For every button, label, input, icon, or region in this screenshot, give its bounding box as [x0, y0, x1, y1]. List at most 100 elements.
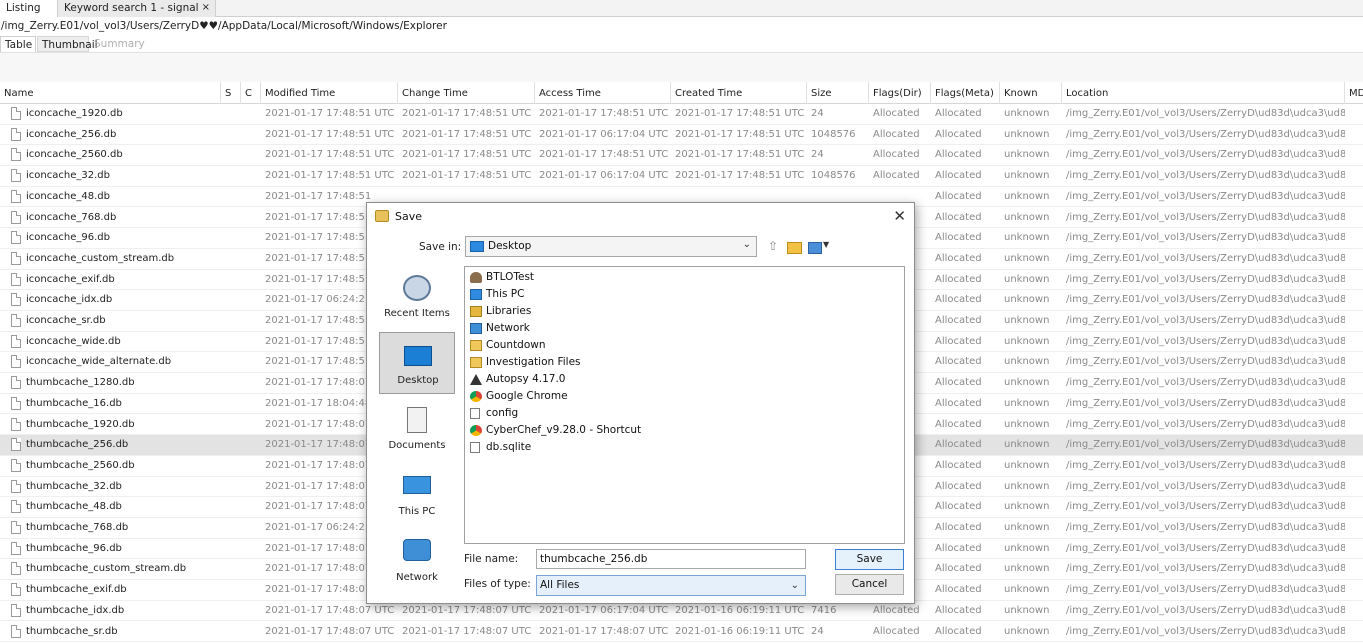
list-item-label: BTLOTest: [486, 271, 535, 283]
places-bar: Recent Items Desktop Documents This PC N…: [379, 266, 455, 593]
place-desktop[interactable]: Desktop: [379, 332, 455, 394]
cell-loc: /img_Zerry.E01/vol_vol3/Users/ZerryD\ud8…: [1066, 128, 1345, 140]
table-row[interactable]: iconcache_32.db 2021-01-17 17:48:51 UTC 20…: [0, 166, 1363, 187]
place-documents[interactable]: Documents: [379, 398, 455, 460]
autopsy-icon: [470, 374, 482, 385]
tab-listing[interactable]: Listing: [0, 0, 58, 17]
place-network[interactable]: Network: [379, 530, 455, 592]
list-item[interactable]: Network: [468, 320, 530, 337]
tab-strip: Listing Keyword search 1 - signal ×: [0, 0, 1363, 17]
list-item[interactable]: Autopsy 4.17.0: [468, 371, 565, 388]
file-name-input[interactable]: thumbcache_256.db: [536, 549, 806, 569]
folder-icon: [470, 340, 482, 351]
cell-loc: /img_Zerry.E01/vol_vol3/Users/ZerryD\ud8…: [1066, 522, 1345, 533]
cell-known: unknown: [1004, 315, 1050, 326]
save-in-select[interactable]: Desktop ⌄: [465, 236, 757, 257]
column-header-created[interactable]: Created Time: [671, 82, 807, 104]
cell-name: iconcache_48.db: [26, 190, 110, 202]
column-header-access[interactable]: Access Time: [535, 82, 671, 104]
list-item[interactable]: CyberChef_v9.28.0 - Shortcut: [468, 422, 641, 439]
tab-keyword-search[interactable]: Keyword search 1 - signal ×: [58, 0, 216, 17]
cell-known: unknown: [1004, 211, 1050, 223]
cell-name: thumbcache_2560.db: [26, 459, 135, 471]
list-item[interactable]: This PC: [468, 286, 524, 303]
chevron-down-icon: ⌄: [742, 239, 751, 250]
place-recent-items[interactable]: Recent Items: [379, 266, 455, 328]
cell-name: thumbcache_48.db: [26, 501, 122, 513]
chrome-icon: [470, 391, 482, 402]
list-item[interactable]: db.sqlite: [468, 439, 531, 456]
table-row[interactable]: iconcache_1920.db 2021-01-17 17:48:51 UTC…: [0, 104, 1363, 125]
cell-known: unknown: [1004, 377, 1050, 389]
cell-loc: /img_Zerry.E01/vol_vol3/Users/ZerryD\ud8…: [1066, 190, 1345, 202]
column-header-size[interactable]: Size: [807, 82, 869, 104]
cell-mod: 2021-01-17 17:48:51 UTC: [265, 108, 395, 119]
tab-label: Keyword search 1 - signal: [64, 2, 199, 14]
cell-known: unknown: [1004, 522, 1050, 533]
list-item[interactable]: Countdown: [468, 337, 546, 354]
list-item-label: Libraries: [486, 305, 532, 317]
tab-thumbnail[interactable]: Thumbnail: [37, 36, 98, 52]
place-this-pc[interactable]: This PC: [379, 464, 455, 526]
path-breadcrumb: /img_Zerry.E01/vol_vol3/Users/ZerryD♥♥/A…: [1, 20, 447, 32]
cell-loc: /img_Zerry.E01/vol_vol3/Users/ZerryD\ud8…: [1066, 480, 1345, 492]
cell-fmeta: Allocated: [935, 439, 982, 451]
cell-fdir: Allocated: [873, 108, 920, 119]
cell-loc: /img_Zerry.E01/vol_vol3/Users/ZerryD\ud8…: [1066, 356, 1345, 368]
save-button[interactable]: Save: [835, 549, 904, 570]
user-folder-icon: [470, 272, 482, 283]
cell-name: iconcache_256.db: [26, 128, 117, 140]
cell-cre: 2021-01-17 17:48:51 UTC: [675, 128, 805, 140]
new-folder-icon[interactable]: [787, 242, 802, 254]
list-item-label: config: [486, 407, 519, 419]
column-header-c[interactable]: C: [241, 82, 261, 104]
table-row[interactable]: thumbcache_sr.db 2021-01-17 17:48:07 UTC 2…: [0, 622, 1363, 643]
close-icon[interactable]: ×: [202, 0, 210, 16]
list-item[interactable]: Libraries: [468, 303, 531, 320]
cell-known: unknown: [1004, 252, 1050, 264]
cell-fmeta: Allocated: [935, 418, 982, 430]
save-icon: [375, 210, 389, 222]
cell-known: unknown: [1004, 108, 1050, 119]
cell-fmeta: Allocated: [935, 480, 982, 492]
cell-known: unknown: [1004, 356, 1050, 368]
cell-fmeta: Allocated: [935, 190, 982, 202]
save-in-label: Save in:: [419, 241, 462, 253]
column-header-location[interactable]: Location: [1062, 82, 1345, 104]
dialog-title: Save: [395, 210, 423, 223]
cell-cre: 2021-01-16 06:19:11 UTC: [675, 625, 805, 637]
column-header-name[interactable]: Name: [0, 82, 221, 104]
column-header-known[interactable]: Known: [1000, 82, 1062, 104]
cancel-button[interactable]: Cancel: [835, 574, 904, 595]
list-item-label: db.sqlite: [486, 441, 532, 453]
list-item-label: Investigation Files: [486, 356, 581, 368]
cell-chg: 2021-01-17 17:48:51 UTC: [402, 170, 532, 182]
column-header-change[interactable]: Change Time: [398, 82, 535, 104]
list-item[interactable]: Investigation Files: [468, 354, 581, 371]
view-menu-icon[interactable]: [808, 242, 822, 254]
list-item[interactable]: config: [468, 405, 518, 422]
cell-cre: 2021-01-17 17:48:51 UTC: [675, 108, 805, 119]
cell-name: thumbcache_16.db: [26, 397, 122, 409]
file-icon: [470, 442, 480, 453]
tab-summary[interactable]: Summary: [90, 36, 145, 52]
close-icon[interactable]: ✕: [893, 207, 906, 225]
cell-loc: /img_Zerry.E01/vol_vol3/Users/ZerryD\ud8…: [1066, 315, 1345, 326]
cell-loc: /img_Zerry.E01/vol_vol3/Users/ZerryD\ud8…: [1066, 377, 1345, 389]
table-row[interactable]: iconcache_2560.db 2021-01-17 17:48:51 UTC…: [0, 145, 1363, 167]
table-row[interactable]: iconcache_256.db 2021-01-17 17:48:51 UTC 2…: [0, 125, 1363, 146]
chevron-down-icon[interactable]: ▼: [823, 240, 829, 256]
column-header-s[interactable]: S: [221, 82, 241, 104]
column-header-flags-meta[interactable]: Flags(Meta): [931, 82, 1000, 104]
column-header-modified[interactable]: Modified Time: [261, 82, 398, 104]
tab-table[interactable]: Table: [0, 36, 36, 52]
cell-name: iconcache_wide_alternate.db: [26, 356, 172, 368]
cell-loc: /img_Zerry.E01/vol_vol3/Users/ZerryD\ud8…: [1066, 232, 1345, 244]
column-header-md5[interactable]: MD: [1345, 82, 1363, 104]
list-item[interactable]: Google Chrome: [468, 388, 568, 405]
cell-name: thumbcache_sr.db: [26, 625, 118, 637]
column-header-flags-dir[interactable]: Flags(Dir): [869, 82, 931, 104]
file-type-select[interactable]: All Files ⌄: [536, 575, 806, 596]
up-folder-icon[interactable]: ⇧: [768, 239, 778, 255]
list-item[interactable]: BTLOTest: [468, 269, 534, 286]
